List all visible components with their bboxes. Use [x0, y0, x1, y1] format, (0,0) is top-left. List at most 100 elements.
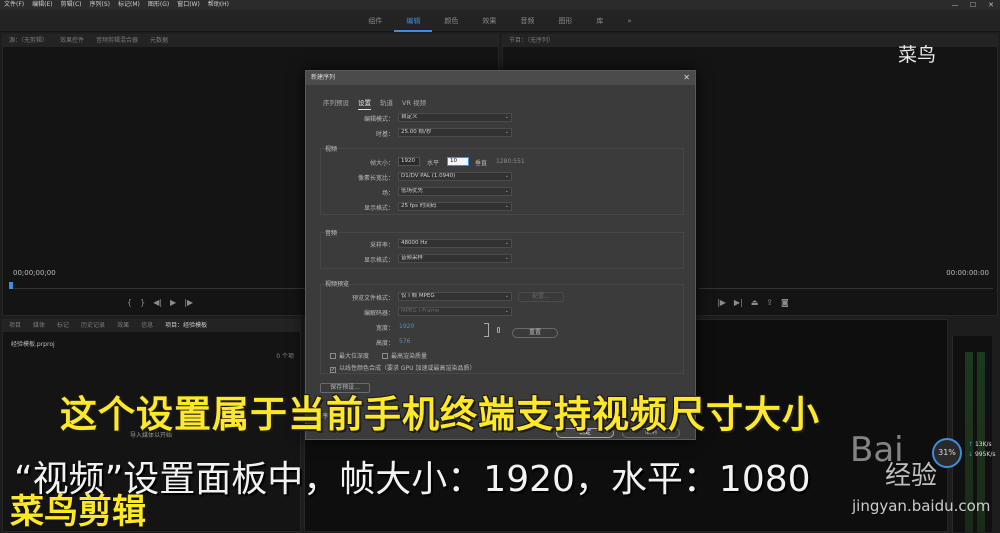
playhead-icon[interactable]	[9, 282, 13, 289]
timebase-select[interactable]: 25.00 帧/秒 ⌄	[398, 128, 512, 137]
menu-bar: 文件(F) 编辑(E) 剪辑(C) 序列(S) 标记(M) 图形(G) 窗口(W) 帮助(H)	[0, 0, 1000, 10]
maximize-icon[interactable]: ☐	[964, 0, 982, 10]
source-panel-tabs: 源：（无剪辑） 效果控件 音频剪辑混合器 元数据	[3, 35, 498, 47]
tab-media[interactable]: 媒体	[27, 320, 51, 332]
sample-rate-select[interactable]: 48000 Hz ⌄	[398, 239, 512, 248]
play-icon[interactable]: ▶	[170, 298, 176, 307]
menu-sequence[interactable]: 序列(S)	[86, 0, 115, 10]
workspace-assembly[interactable]: 组件	[356, 10, 394, 32]
fields-select[interactable]: 低场优先 ⌄	[398, 187, 512, 196]
program-scrubber[interactable]	[699, 285, 993, 289]
menu-edit[interactable]: 编辑(E)	[28, 0, 56, 10]
dialog-close-icon[interactable]: ✕	[683, 71, 690, 85]
caption-line-1: 这个设置属于当前手机终端支持视频尺寸大小	[60, 393, 820, 436]
baidu-jingyan-text: 经验	[885, 461, 938, 491]
display-format-label: 显示格式：	[363, 205, 394, 212]
tab-project-name[interactable]: 项目：经验模板	[159, 320, 213, 332]
chevron-down-icon: ⌄	[504, 188, 509, 194]
menu-marker[interactable]: 标记(M)	[114, 0, 144, 10]
extract-icon[interactable]: ⇪	[766, 298, 773, 307]
frame-height-input[interactable]: 10	[447, 157, 469, 166]
close-icon[interactable]: ✕	[982, 0, 1000, 10]
menu-file[interactable]: 文件(F)	[0, 0, 28, 10]
chevron-down-icon: ⌄	[504, 240, 509, 246]
editing-mode-label: 编辑模式：	[363, 116, 394, 123]
mark-in-icon[interactable]: {	[127, 298, 132, 307]
workspace-more-icon[interactable]: »	[615, 10, 643, 32]
display-format-select[interactable]: 25 fps 时间码 ⌄	[398, 202, 512, 211]
codec-select[interactable]: MPEG I-Frame ⌄	[398, 307, 512, 316]
lift-icon[interactable]: ⏏	[751, 298, 759, 307]
preview-height-value[interactable]: 576	[399, 338, 410, 345]
link-dimensions-icon[interactable]	[484, 323, 489, 337]
tab-effects[interactable]: 效果	[111, 320, 135, 332]
chain-link-icon[interactable]	[497, 327, 500, 333]
checkbox-checked-icon: ✓	[330, 367, 336, 373]
preview-format-label: 预览文件格式：	[351, 295, 394, 302]
download-speed: ↓ 995K/s	[968, 451, 996, 458]
editing-mode-select[interactable]: 自定义 ⌄	[398, 113, 512, 122]
workspace-graphics[interactable]: 图形	[546, 10, 584, 32]
reset-button[interactable]: 重置	[512, 328, 558, 338]
configure-button[interactable]: 配置...	[518, 292, 564, 302]
tab-info[interactable]: 信息	[135, 320, 159, 332]
audio-display-select[interactable]: 音频采样 ⌄	[398, 254, 512, 263]
audio-display-label: 显示格式：	[363, 257, 394, 264]
tab-sequence-presets[interactable]: 序列预设	[323, 97, 349, 109]
max-render-quality-checkbox[interactable]: 最高渲染质量	[382, 351, 427, 360]
source-scrubber[interactable]	[9, 285, 305, 289]
project-panel-tabs: 项目 媒体 标记 历史记录 效果 信息 项目：经验模板	[3, 320, 300, 332]
menu-window[interactable]: 窗口(W)	[173, 0, 204, 10]
step-forward-icon[interactable]: |▶	[184, 298, 193, 307]
baidu-url: jingyan.baidu.com	[852, 497, 991, 515]
workspace-effects[interactable]: 效果	[470, 10, 508, 32]
linear-color-checkbox[interactable]: ✓ 以线性颜色合成（要求 GPU 加速或最高渲染品质）	[330, 363, 475, 373]
step-forward-icon[interactable]: |▶	[717, 298, 726, 307]
tab-project[interactable]: 项目	[3, 320, 27, 332]
arrow-up-icon: ↑	[968, 441, 974, 448]
chevron-down-icon: ⌄	[504, 129, 509, 135]
aspect-ratio-text: 1280:551	[496, 158, 525, 165]
workspace-color[interactable]: 颜色	[432, 10, 470, 32]
codec-label: 编解码器：	[363, 310, 394, 317]
workspace-bar: 组件 编辑 颜色 效果 音频 图形库»	[0, 10, 1000, 32]
max-bit-depth-checkbox[interactable]: 最大位深度	[330, 351, 369, 360]
checkbox-icon	[330, 353, 336, 359]
source-timecode[interactable]: 00;00;00;00	[13, 269, 56, 277]
frame-width-input[interactable]: 1920	[398, 157, 420, 166]
menu-graphics[interactable]: 图形(G)	[144, 0, 173, 10]
export-frame-icon[interactable]: ◙	[781, 298, 789, 307]
program-transport-controls: |▶ ▶| ⏏ ⇪ ◙	[713, 298, 793, 307]
menu-clip[interactable]: 剪辑(C)	[57, 0, 86, 10]
step-back-icon[interactable]: ◀|	[153, 298, 162, 307]
program-timecode[interactable]: 00:00:00:00	[946, 269, 989, 277]
tab-program[interactable]: 节目：（无序列）	[503, 35, 560, 47]
mark-out-icon[interactable]: }	[140, 298, 145, 307]
pixel-aspect-select[interactable]: D1/DV PAL (1.0940) ⌄	[398, 172, 512, 181]
preview-width-value[interactable]: 1920	[399, 323, 414, 330]
tab-metadata[interactable]: 元数据	[144, 35, 174, 47]
workspace-editing[interactable]: 编辑	[394, 12, 433, 32]
tab-audio-clip-mixer[interactable]: 音频剪辑混合器	[90, 35, 144, 47]
video-section-heading: 视频	[325, 146, 338, 153]
tab-source[interactable]: 源：（无剪辑）	[3, 35, 54, 47]
go-to-out-icon[interactable]: ▶|	[734, 298, 743, 307]
timebase-label: 时基：	[375, 131, 394, 138]
workspace-library[interactable]: 库	[584, 10, 615, 32]
chevron-down-icon: ⌄	[504, 255, 509, 261]
frame-size-label: 帧大小：	[369, 160, 394, 167]
project-item-count: 0 个项	[276, 353, 294, 360]
menu-help[interactable]: 帮助(H)	[204, 0, 233, 10]
minimize-icon[interactable]: —	[946, 0, 964, 10]
tab-effect-controls[interactable]: 效果控件	[54, 35, 90, 47]
tab-markers[interactable]: 标记	[51, 320, 75, 332]
preview-format-select[interactable]: 仅 I 帧 MPEG ⌄	[398, 292, 512, 301]
tab-tracks[interactable]: 轨道	[380, 97, 393, 109]
workspace-audio[interactable]: 音频	[508, 10, 546, 32]
tab-vr-video[interactable]: VR 视频	[402, 97, 426, 109]
tab-history[interactable]: 历史记录	[75, 320, 111, 332]
tab-settings[interactable]: 设置	[358, 97, 371, 110]
cpu-gauge: 31%	[932, 438, 962, 468]
preview-height-label: 高度：	[375, 340, 394, 347]
audio-section-heading: 音频	[325, 230, 338, 237]
